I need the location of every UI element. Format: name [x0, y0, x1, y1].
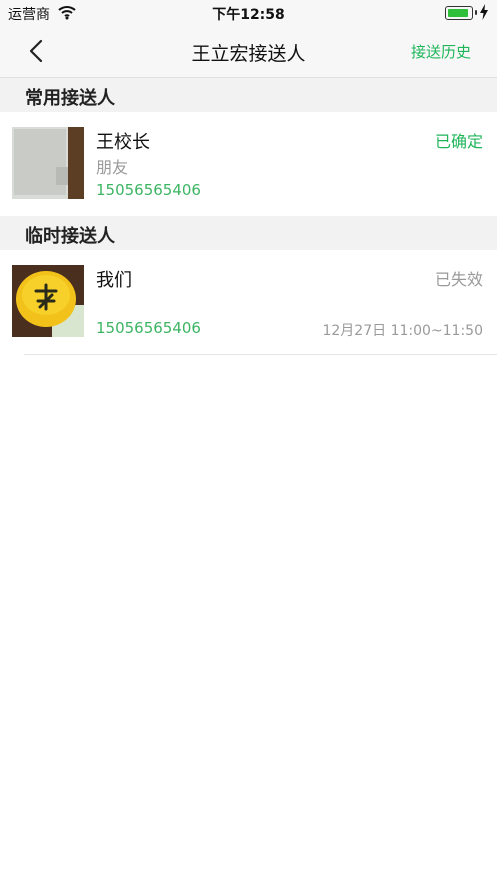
list-divider: [24, 354, 497, 355]
contact-phone[interactable]: 15056565406: [96, 181, 201, 199]
list-item[interactable]: 我们 15056565406 已失效 12月27日 11:00~11:50: [0, 250, 497, 354]
pickup-time-range: 12月27日 11:00~11:50: [322, 323, 483, 339]
status-time: 下午12:58: [212, 7, 285, 23]
contact-relation: 朋友: [96, 158, 129, 177]
avatar: [12, 127, 84, 199]
charging-bolt-icon: [480, 4, 488, 20]
section-title: 常用接送人: [25, 88, 115, 109]
contact-name: 王校长: [96, 132, 150, 153]
avatar: [12, 265, 84, 337]
status-badge: 已失效: [434, 270, 483, 289]
section-header-temporary: 临时接送人: [0, 216, 497, 250]
contact-name: 我们: [96, 270, 132, 291]
battery-cap: [475, 10, 477, 15]
battery-level: [448, 9, 468, 17]
pickup-history-button[interactable]: 接送历史: [411, 41, 471, 62]
status-badge: 已确定: [434, 132, 483, 151]
contact-phone[interactable]: 15056565406: [96, 319, 201, 337]
status-bar: 运营商 下午12:58: [0, 0, 497, 26]
list-item[interactable]: 王校长 朋友 15056565406 已确定: [0, 112, 497, 216]
section-title: 临时接送人: [25, 226, 115, 247]
section-header-regular: 常用接送人: [0, 78, 497, 112]
battery-icon: [445, 6, 473, 20]
nav-bar: 王立宏接送人 接送历史: [0, 26, 497, 78]
